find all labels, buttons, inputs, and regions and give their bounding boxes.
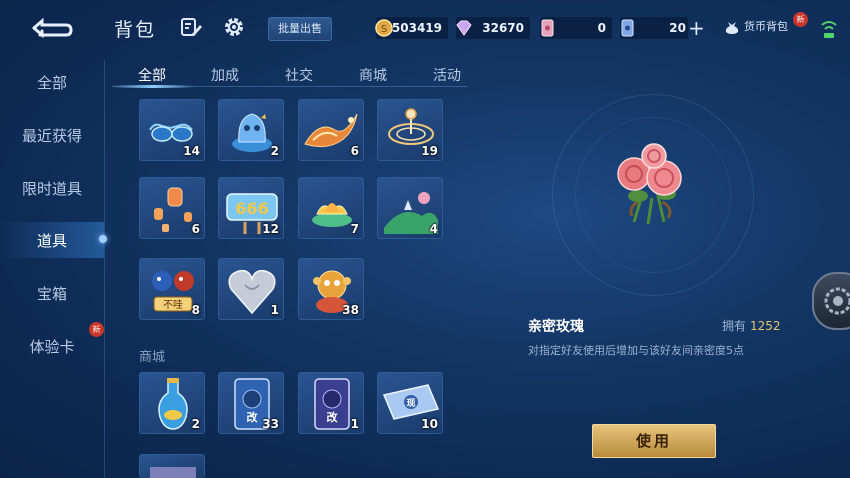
item-quantity: 14	[183, 144, 200, 158]
tab-shop[interactable]: 商城	[359, 65, 387, 85]
currency-voucher[interactable]: 0	[540, 17, 612, 39]
inventory-item[interactable]: 2	[218, 99, 284, 161]
card-text: 现	[406, 398, 415, 409]
edit-list-icon[interactable]	[180, 16, 202, 38]
inventory-item[interactable]: 6	[298, 99, 364, 161]
tab-events[interactable]: 活动	[433, 65, 461, 85]
item-quantity: 1	[270, 303, 279, 317]
floating-assist-button[interactable]	[812, 272, 850, 330]
inventory-item[interactable]: 6	[139, 177, 205, 239]
item-quantity: 38	[342, 303, 359, 317]
currency-wallet-button[interactable]: 货币背包	[744, 18, 788, 34]
owned-label: 拥有	[722, 319, 747, 333]
card-text: 改	[247, 410, 259, 424]
tab-boost[interactable]: 加成	[211, 65, 239, 85]
tab-active-indicator	[112, 85, 194, 88]
partial-item-icon	[150, 467, 196, 478]
item-quantity: 8	[191, 303, 200, 317]
inventory-item[interactable]: 19	[377, 99, 443, 161]
sidebar-item-trial-cards[interactable]: 体验卡	[0, 336, 104, 357]
bird-sign-text: 不哇	[163, 298, 183, 311]
inventory-item[interactable]: 38	[298, 258, 364, 320]
section-title-shop: 商城	[139, 350, 166, 365]
inventory-item[interactable]: 不哇 8	[139, 258, 205, 320]
diamond-amount: 32670	[482, 21, 524, 35]
item-quantity: 12	[262, 222, 279, 236]
currency-gold[interactable]: S 503419	[375, 17, 448, 39]
top-bar: 背包 批量出售 S 503419 32670 0 20 + 货币背包 新	[0, 0, 850, 56]
ticket-card-icon	[618, 18, 638, 38]
sidebar-item-recent[interactable]: 最近获得	[0, 125, 104, 146]
inventory-item[interactable]: 14	[139, 99, 205, 161]
money-bag-icon	[724, 19, 740, 35]
sidebar-item-chests[interactable]: 宝箱	[0, 283, 104, 304]
new-badge: 新	[793, 12, 808, 27]
item-quantity: 10	[421, 417, 438, 431]
tab-all[interactable]: 全部	[138, 65, 166, 85]
inventory-item[interactable]: 666 12	[218, 177, 284, 239]
voucher-amount: 0	[597, 21, 606, 35]
gold-amount: 503419	[391, 21, 442, 35]
add-currency-button[interactable]: +	[688, 18, 705, 38]
sidebar-item-limited[interactable]: 限时道具	[0, 178, 104, 199]
item-quantity: 33	[262, 417, 279, 431]
use-button[interactable]: 使用	[592, 424, 716, 458]
item-quantity: 2	[191, 417, 200, 431]
gear-icon[interactable]	[223, 16, 245, 38]
inventory-item[interactable]: 1	[218, 258, 284, 320]
svg-text:S: S	[381, 24, 387, 35]
sidebar-item-props[interactable]: 道具	[0, 230, 104, 251]
item-name: 亲密玫瑰	[528, 319, 584, 335]
bulk-sell-button[interactable]: 批量出售	[268, 17, 332, 41]
inventory-item[interactable]: 改 33	[218, 372, 284, 434]
inventory-item[interactable]: 改 1	[298, 372, 364, 434]
item-quantity: 19	[421, 144, 438, 158]
page-title: 背包	[114, 19, 157, 41]
item-quantity: 7	[350, 222, 359, 236]
rose-bouquet-icon	[608, 138, 698, 228]
item-quantity: 4	[429, 222, 438, 236]
wifi-signal-icon	[820, 18, 838, 40]
item-quantity: 6	[350, 144, 359, 158]
currency-diamond[interactable]: 32670	[456, 17, 530, 39]
inventory-item[interactable]: 7	[298, 177, 364, 239]
back-icon[interactable]	[30, 14, 74, 40]
voucher-card-icon	[538, 18, 558, 38]
new-badge: 新	[89, 322, 104, 337]
inventory-item[interactable]	[139, 454, 205, 478]
inventory-item[interactable]: 2	[139, 372, 205, 434]
ticket-amount: 20	[669, 21, 686, 35]
item-quantity: 1	[350, 417, 359, 431]
inventory-item[interactable]: 现 10	[377, 372, 443, 434]
sidebar-item-all[interactable]: 全部	[0, 72, 104, 93]
svg-text:666: 666	[235, 199, 268, 218]
owned-count: 拥有 1252	[722, 317, 781, 334]
item-quantity: 6	[191, 222, 200, 236]
sidebar-divider	[104, 60, 105, 478]
inventory-item[interactable]: 4	[377, 177, 443, 239]
owned-value: 1252	[750, 319, 781, 333]
item-quantity: 2	[270, 144, 279, 158]
diamond-icon	[454, 18, 474, 38]
card-text: 改	[327, 410, 339, 424]
item-description: 对指定好友使用后增加与该好友间亲密度5点	[528, 344, 744, 357]
tab-social[interactable]: 社交	[285, 65, 313, 85]
currency-ticket[interactable]: 20	[620, 17, 688, 39]
